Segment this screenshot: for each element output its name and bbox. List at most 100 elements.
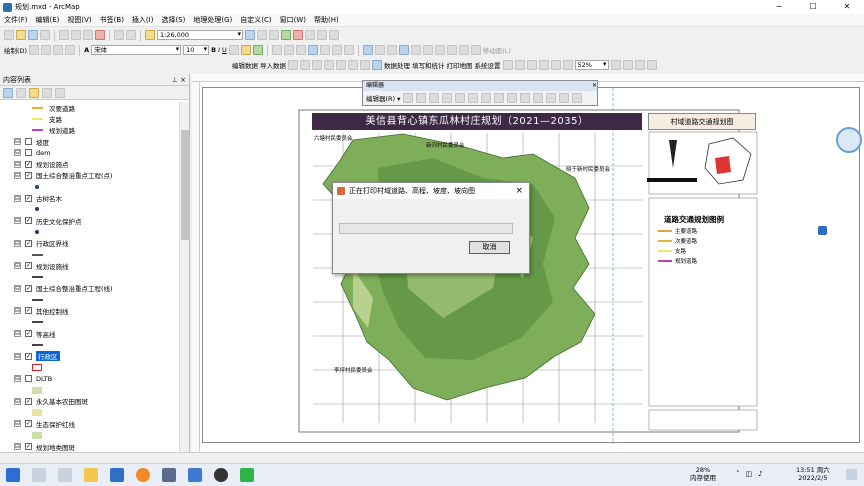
- select-pointer-icon[interactable]: [312, 60, 322, 70]
- measure-icon[interactable]: [434, 45, 445, 55]
- toc-layer-row[interactable]: ⊟ dem: [0, 147, 178, 158]
- layout-tool-6-icon[interactable]: [562, 60, 573, 70]
- zoom-out-icon[interactable]: [283, 45, 294, 55]
- expand-toggle[interactable]: ⊟: [14, 284, 21, 292]
- save-icon[interactable]: [28, 30, 38, 40]
- edit-tool-icon[interactable]: [403, 93, 414, 103]
- expand-toggle[interactable]: ⊟: [14, 352, 21, 360]
- menu-fill-stat[interactable]: 填写和统计: [412, 60, 445, 70]
- cancel-button[interactable]: 取消: [469, 241, 510, 254]
- split-icon[interactable]: [520, 93, 531, 103]
- menu-edit-data[interactable]: 编辑数据: [232, 60, 258, 70]
- font-combo[interactable]: 宋体: [91, 45, 182, 55]
- editor-toolbar-icon[interactable]: [245, 30, 255, 40]
- italic-button[interactable]: I: [218, 46, 220, 54]
- firefox-icon[interactable]: [136, 468, 150, 482]
- expand-toggle[interactable]: ⊟: [14, 262, 21, 270]
- point-icon[interactable]: [468, 93, 479, 103]
- edit-vertex-icon[interactable]: [300, 60, 310, 70]
- menu-item[interactable]: 地理处理(G): [189, 15, 236, 25]
- layer-visibility-checkbox[interactable]: ✓: [25, 443, 32, 451]
- back-icon[interactable]: [331, 45, 342, 55]
- edit-annotation-icon[interactable]: [416, 93, 427, 103]
- full-extent-icon[interactable]: [307, 45, 318, 55]
- expand-toggle[interactable]: ⊟: [14, 375, 21, 383]
- layer-visibility-checkbox[interactable]: ✓: [25, 397, 32, 405]
- menu-item[interactable]: 书签(B): [96, 15, 128, 25]
- list-by-selection-icon[interactable]: [42, 87, 52, 98]
- layout-tool-5-icon[interactable]: [550, 60, 561, 70]
- time-slider-icon[interactable]: [470, 45, 481, 55]
- toc-icon[interactable]: [257, 30, 267, 40]
- layout-tool-10-icon[interactable]: [646, 60, 657, 70]
- layer-visibility-checkbox[interactable]: ✓: [25, 217, 32, 225]
- toc-layer-row[interactable]: ⊟ ✓ 国土综合整治重点工程(线): [0, 283, 178, 294]
- layout-tool-8-icon[interactable]: [622, 60, 633, 70]
- edit-vertices-icon[interactable]: [481, 93, 492, 103]
- data-process-icon[interactable]: [372, 60, 382, 70]
- toc-layer-row[interactable]: ⊟ ✓ 国土综合整治重点工程(点): [0, 170, 178, 181]
- font-color-icon[interactable]: [228, 45, 239, 55]
- find-icon[interactable]: [446, 45, 457, 55]
- list-by-visibility-icon[interactable]: [29, 87, 39, 98]
- bold-button[interactable]: B: [211, 46, 216, 54]
- layer-visibility-checkbox[interactable]: [25, 375, 32, 383]
- text-icon[interactable]: [65, 45, 76, 55]
- expand-toggle[interactable]: ⊟: [14, 160, 21, 168]
- zoom-in-icon[interactable]: [271, 45, 282, 55]
- menu-item[interactable]: 视图(V): [63, 15, 95, 25]
- paste-icon[interactable]: [83, 30, 93, 40]
- tool-a-icon[interactable]: [336, 60, 346, 70]
- menu-item[interactable]: 选择(S): [157, 15, 189, 25]
- pan-icon[interactable]: [295, 45, 306, 55]
- layer-visibility-checkbox[interactable]: ✓: [25, 284, 32, 292]
- straight-segment-icon[interactable]: [429, 93, 440, 103]
- floating-q-icon[interactable]: [818, 226, 827, 235]
- end-point-arc-icon[interactable]: [442, 93, 453, 103]
- menu-import-data[interactable]: 导入数据: [260, 60, 286, 70]
- add-data-icon[interactable]: [145, 30, 155, 40]
- layout-tool-7-icon[interactable]: [610, 60, 621, 70]
- layer-visibility-checkbox[interactable]: [25, 138, 32, 146]
- toc-layer-row[interactable]: ⊟ ✓ 行政区界线: [0, 238, 178, 249]
- arcmap-taskbar-icon[interactable]: [188, 468, 202, 482]
- fill-color-icon[interactable]: [240, 45, 251, 55]
- dialog-close-button[interactable]: ×: [515, 186, 523, 196]
- expand-toggle[interactable]: ⊟: [14, 239, 21, 247]
- python-icon[interactable]: [305, 30, 315, 40]
- layer-visibility-checkbox[interactable]: ✓: [25, 239, 32, 247]
- list-by-source-icon[interactable]: [16, 87, 26, 98]
- expand-toggle[interactable]: ⊟: [14, 307, 21, 315]
- search-icon[interactable]: [32, 468, 46, 482]
- expand-toggle[interactable]: ⊟: [14, 420, 21, 428]
- layer-visibility-checkbox[interactable]: ✓: [25, 330, 32, 338]
- sketch-properties-icon[interactable]: [559, 93, 570, 103]
- app2-icon[interactable]: [162, 468, 176, 482]
- menu-settings[interactable]: 系统设置: [475, 60, 501, 70]
- layer-visibility-checkbox[interactable]: ✓: [25, 262, 32, 270]
- list-by-drawing-order-icon[interactable]: [3, 87, 13, 98]
- underline-button[interactable]: U: [222, 46, 227, 54]
- layout-tool-3-icon[interactable]: [526, 60, 537, 70]
- file-explorer-icon[interactable]: [84, 468, 98, 482]
- search-window-icon[interactable]: [281, 30, 291, 40]
- toc-scrollbar[interactable]: [179, 102, 189, 452]
- clear-selection-icon[interactable]: [374, 45, 385, 55]
- rotate-feature-icon[interactable]: [533, 93, 544, 103]
- app-icon[interactable]: [110, 468, 124, 482]
- app3-icon[interactable]: [214, 468, 228, 482]
- layout-tool-4-icon[interactable]: [538, 60, 549, 70]
- fixed-zoom-icon[interactable]: [319, 45, 330, 55]
- notification-icon[interactable]: [846, 469, 857, 480]
- trace-icon[interactable]: [455, 93, 466, 103]
- menu-item[interactable]: 文件(F): [0, 15, 32, 25]
- expand-toggle[interactable]: ⊟: [14, 138, 21, 146]
- toc-layer-row[interactable]: ⊟ ✓ 规划地类图斑: [0, 441, 178, 452]
- editor-close-icon[interactable]: ✕: [592, 81, 597, 91]
- undo-icon[interactable]: [114, 30, 124, 40]
- menu-print-map[interactable]: 打印地图: [447, 60, 473, 70]
- menu-item[interactable]: 编辑(E): [32, 15, 64, 25]
- layer-visibility-checkbox[interactable]: ✓: [25, 160, 32, 168]
- delete-icon[interactable]: [95, 30, 105, 40]
- new-icon[interactable]: [4, 30, 14, 40]
